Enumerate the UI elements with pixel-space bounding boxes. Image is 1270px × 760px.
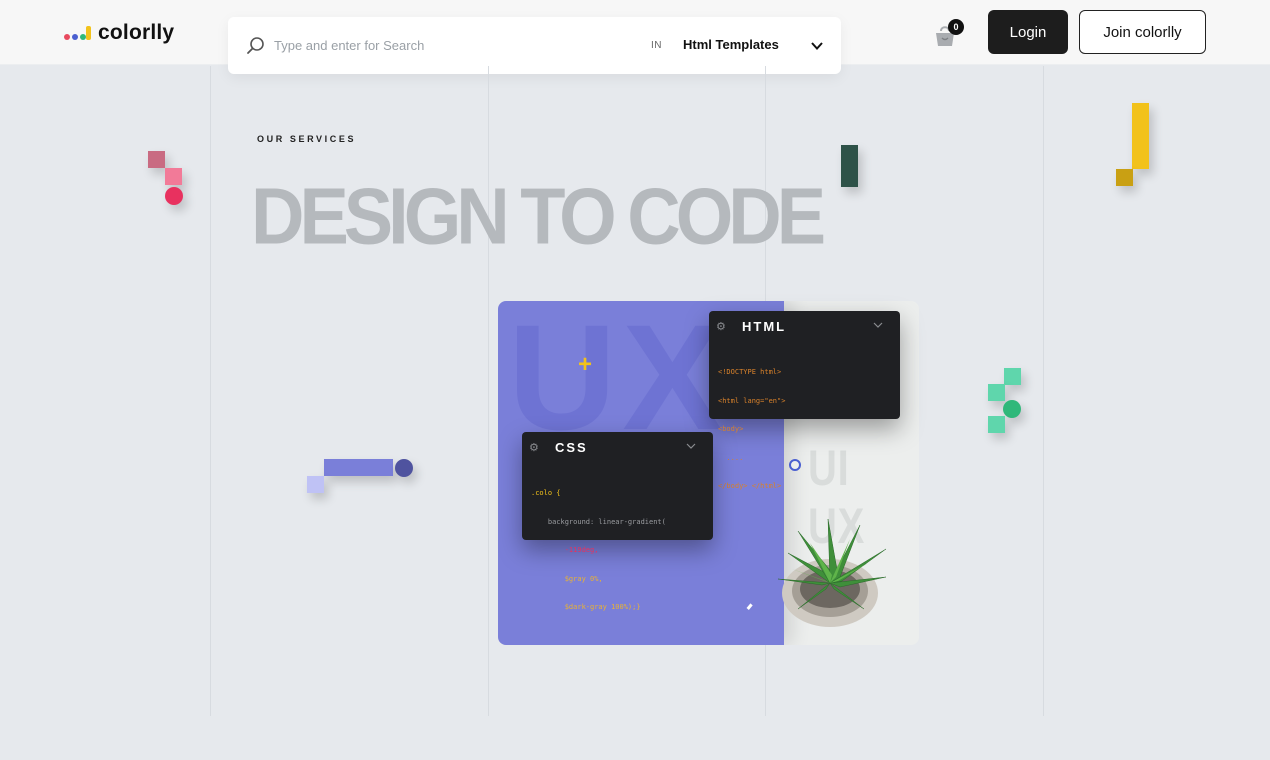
search-bar: IN Html Templates bbox=[228, 17, 841, 74]
logo-mark-icon bbox=[64, 23, 92, 43]
site-header: colorlly IN Html Templates 0 Login Join … bbox=[0, 0, 1270, 74]
login-button[interactable]: Login bbox=[988, 10, 1068, 54]
decor-square bbox=[988, 416, 1005, 433]
code-card-title: CSS bbox=[555, 440, 588, 455]
chevron-down-icon bbox=[686, 443, 696, 449]
code-body: .colo { background: linear-gradient( -11… bbox=[531, 470, 666, 632]
grid-line bbox=[1043, 66, 1044, 716]
code-line: -119deg, bbox=[531, 546, 599, 554]
logo[interactable]: colorlly bbox=[64, 21, 174, 45]
cart-count-badge: 0 bbox=[948, 19, 964, 35]
join-button[interactable]: Join colorlly bbox=[1079, 10, 1206, 54]
code-line: background: linear-gradient( bbox=[531, 517, 666, 526]
grid-line bbox=[210, 66, 211, 716]
code-line: <body> bbox=[718, 425, 744, 433]
code-line: $gray 0%, bbox=[531, 574, 603, 583]
code-line: $dark-gray 100%);} bbox=[531, 603, 641, 611]
code-card-title: HTML bbox=[742, 319, 787, 334]
css-code-card: ⚙ CSS .colo { background: linear-gradien… bbox=[522, 432, 713, 611]
html-code-card: ⚙ HTML <!DOCTYPE html> <html lang="en"> … bbox=[709, 311, 900, 490]
decor-circle bbox=[1003, 400, 1021, 418]
decor-square bbox=[165, 168, 182, 185]
code-card-header: ⚙ HTML bbox=[709, 311, 900, 341]
decor-bar bbox=[324, 459, 393, 476]
chevron-down-icon[interactable] bbox=[810, 39, 824, 53]
decor-circle bbox=[395, 459, 413, 477]
search-input[interactable] bbox=[274, 35, 624, 55]
chevron-down-icon bbox=[873, 322, 883, 328]
pen-icon bbox=[746, 603, 753, 610]
gear-icon: ⚙ bbox=[529, 442, 539, 454]
category-select[interactable]: Html Templates bbox=[683, 37, 779, 52]
section-eyebrow: OUR SERVICES bbox=[257, 134, 357, 144]
plant-image bbox=[777, 518, 887, 627]
code-body: <!DOCTYPE html> <html lang="en"> <body> … bbox=[718, 349, 785, 511]
code-card-header: ⚙ CSS bbox=[522, 432, 713, 462]
decor-square bbox=[148, 151, 165, 168]
in-label: IN bbox=[651, 40, 662, 51]
decor-bar bbox=[1132, 103, 1149, 169]
decor-circle bbox=[165, 187, 183, 205]
hero-title: DESIGN TO CODE bbox=[251, 171, 826, 261]
search-icon[interactable] bbox=[246, 36, 266, 56]
code-line: .colo { bbox=[531, 489, 561, 497]
code-line: .... bbox=[718, 453, 744, 462]
code-line: <html lang="en"> bbox=[718, 396, 786, 405]
code-line: </body> </html> bbox=[718, 482, 782, 490]
logo-text: colorlly bbox=[98, 21, 175, 44]
decor-bar bbox=[841, 145, 858, 187]
plus-icon: + bbox=[578, 351, 593, 378]
decor-square bbox=[307, 476, 324, 493]
code-line: <!DOCTYPE html> bbox=[718, 368, 782, 376]
grid-line bbox=[488, 66, 489, 716]
ring-icon bbox=[789, 459, 801, 471]
gear-icon: ⚙ bbox=[716, 321, 726, 333]
decor-square bbox=[1004, 368, 1021, 385]
decor-square bbox=[988, 384, 1005, 401]
decor-square bbox=[1116, 169, 1133, 186]
